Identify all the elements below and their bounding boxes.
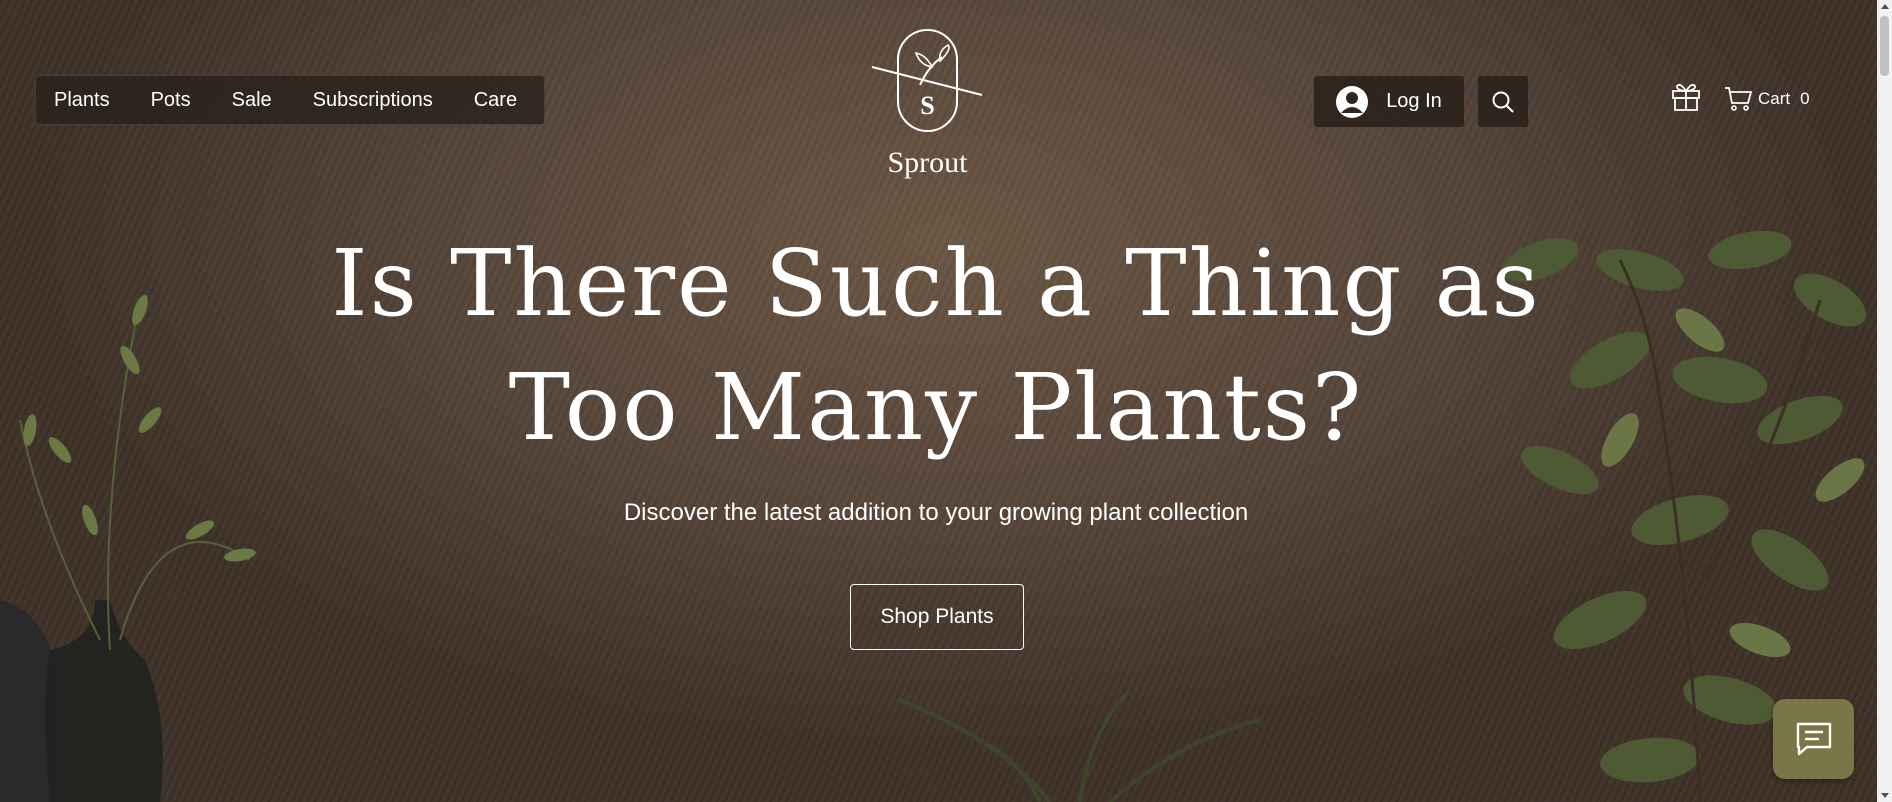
main-nav: Plants Pots Sale Subscriptions Care	[35, 75, 545, 125]
login-button[interactable]: Log In	[1314, 76, 1464, 127]
cart-count: 0	[1800, 89, 1810, 108]
logo-emblem-icon: S	[871, 29, 983, 132]
cart-icon	[1725, 87, 1752, 111]
nav-item-care[interactable]: Care	[474, 89, 517, 112]
cart-button[interactable]: Cart 0	[1724, 86, 1810, 112]
page-scrollbar[interactable]	[1877, 0, 1892, 802]
scrollbar-thumb[interactable]	[1880, 16, 1889, 76]
scroll-up-icon[interactable]	[1881, 4, 1889, 9]
logo-initial: S	[920, 91, 934, 120]
gift-icon[interactable]	[1670, 80, 1702, 112]
cart-label: Cart	[1758, 89, 1791, 108]
shop-plants-button[interactable]: Shop Plants	[850, 584, 1024, 650]
search-icon	[1492, 91, 1514, 113]
hero-headline-line2: Too Many Plants?	[508, 354, 1364, 461]
logo[interactable]: S Sprout	[870, 27, 985, 180]
search-button[interactable]	[1478, 76, 1528, 127]
user-avatar-icon	[1336, 85, 1369, 118]
nav-item-subscriptions[interactable]: Subscriptions	[313, 89, 433, 112]
login-label: Log In	[1386, 90, 1442, 112]
logo-wordmark: Sprout	[887, 146, 968, 179]
nav-item-sale[interactable]: Sale	[232, 89, 272, 112]
nav-item-pots[interactable]: Pots	[151, 89, 191, 112]
scroll-down-icon[interactable]	[1881, 793, 1889, 798]
hero-headline-line1: Is There Such a Thing as	[331, 230, 1541, 337]
hero-subheadline: Discover the latest addition to your gro…	[623, 499, 1249, 526]
nav-item-plants[interactable]: Plants	[54, 89, 110, 112]
chat-icon	[1796, 722, 1831, 756]
hero-headline: Is There Such a Thing as Too Many Plants…	[300, 222, 1572, 470]
chat-button[interactable]	[1773, 699, 1854, 779]
